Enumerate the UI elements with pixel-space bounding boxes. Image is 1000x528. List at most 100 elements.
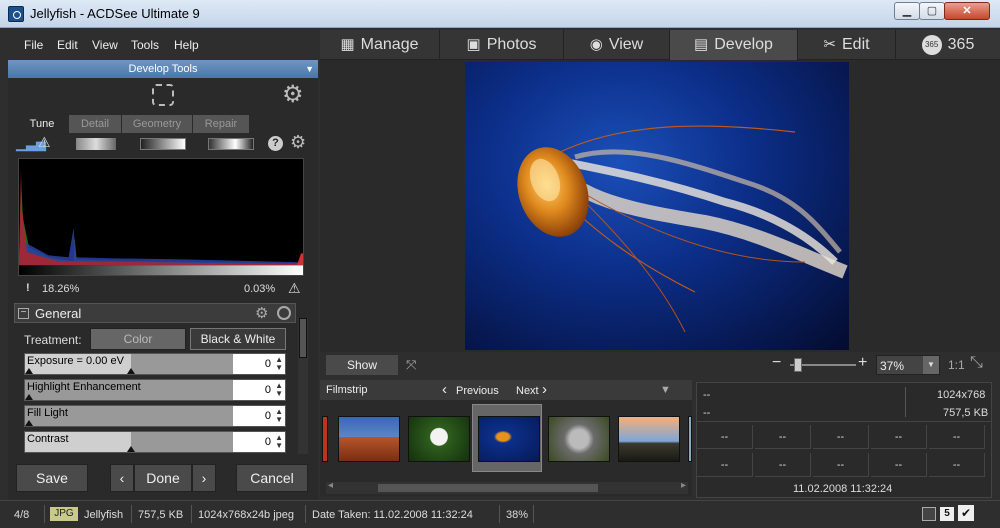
next-arrow-button[interactable]: › bbox=[192, 464, 216, 492]
black-white-button[interactable]: Black & White bbox=[190, 328, 286, 350]
chevron-down-icon: ▼ bbox=[923, 356, 939, 374]
panel-scrollbar[interactable] bbox=[298, 318, 308, 454]
chevron-right-icon[interactable]: ▸ bbox=[681, 480, 686, 491]
clip-shadow-icon[interactable]: ! bbox=[26, 282, 30, 294]
thumbnail-desert[interactable] bbox=[338, 416, 400, 462]
actual-size-button[interactable]: 1:1 bbox=[948, 358, 965, 372]
general-group-header[interactable]: − General ⚙ bbox=[14, 303, 296, 323]
spinner-icon[interactable]: ▲ ▼ bbox=[275, 356, 283, 372]
tab-view[interactable]: ◉ View bbox=[564, 30, 670, 60]
fit-icon[interactable]: ⤡ bbox=[970, 354, 983, 372]
tab-develop[interactable]: ▤ Develop bbox=[670, 30, 798, 60]
tab-photos[interactable]: ▣ Photos bbox=[440, 30, 564, 60]
count-badge: 5 bbox=[940, 507, 954, 521]
gear-icon[interactable]: ⚙ bbox=[290, 132, 306, 153]
previous-button[interactable]: Previous bbox=[456, 385, 499, 397]
help-icon[interactable]: ? bbox=[268, 136, 283, 151]
gradient-dark-icon[interactable] bbox=[140, 138, 186, 150]
slider-handle[interactable] bbox=[127, 368, 135, 374]
gradient-light-icon[interactable] bbox=[208, 138, 254, 150]
spinner-icon[interactable]: ▲ ▼ bbox=[275, 382, 283, 398]
tab-edit[interactable]: ✂ Edit bbox=[798, 30, 896, 60]
save-button[interactable]: Save bbox=[16, 464, 88, 492]
zoom-slider-handle[interactable] bbox=[794, 358, 802, 372]
chevron-left-icon[interactable]: ◂ bbox=[328, 480, 333, 491]
slider-handle[interactable] bbox=[127, 446, 135, 452]
eye-icon: ◉ bbox=[589, 36, 603, 53]
chevron-right-icon[interactable]: › bbox=[542, 381, 547, 398]
exif-cell: -- bbox=[697, 453, 753, 477]
mode-tabs: ▦ Manage ▣ Photos ◉ View ▤ Develop ✂ Edit 365… bbox=[320, 30, 1000, 60]
fullscreen-icon[interactable]: ⤧ bbox=[406, 357, 416, 373]
show-original-button[interactable]: Show Original bbox=[326, 355, 398, 392]
gear-icon[interactable]: ⚙ bbox=[255, 304, 268, 322]
maximize-button[interactable]: ▢ bbox=[919, 2, 945, 20]
tab-geometry[interactable]: Geometry bbox=[122, 115, 192, 133]
done-button[interactable]: Done bbox=[134, 464, 192, 492]
spinner-icon[interactable]: ▲ ▼ bbox=[275, 408, 283, 424]
menu-file[interactable]: File bbox=[24, 38, 43, 52]
chevron-down-icon[interactable]: ▼ bbox=[660, 384, 671, 396]
menu-edit[interactable]: Edit bbox=[57, 38, 78, 52]
file-type-badge: JPG bbox=[50, 507, 78, 521]
minimize-button[interactable]: ▁ bbox=[894, 2, 920, 20]
fill-light-slider[interactable]: Fill Light 0 ▲ ▼ bbox=[24, 405, 286, 427]
menu-view[interactable]: View bbox=[92, 38, 118, 52]
color-button[interactable]: Color bbox=[90, 328, 186, 350]
highlight-enhancement-slider[interactable]: Highlight Enhancement 0 ▲ ▼ bbox=[24, 379, 286, 401]
app-window: Jellyfish - ACDSee Ultimate 9 ▁ ▢ ✕ File… bbox=[0, 0, 1000, 528]
menu-help[interactable]: Help bbox=[174, 38, 199, 52]
histogram bbox=[18, 158, 304, 276]
thumbnail-koala[interactable] bbox=[548, 416, 610, 462]
menu-tools[interactable]: Tools bbox=[131, 38, 159, 52]
filmstrip-panel: Filmstrip ‹ Previous Next › ▼ ◂ ▸ bbox=[320, 380, 692, 496]
jellyfish-photo[interactable] bbox=[465, 62, 849, 350]
tab-365[interactable]: 365 365 bbox=[896, 30, 1000, 60]
tab-manage[interactable]: ▦ Manage bbox=[320, 30, 440, 60]
develop-tools-header[interactable]: Develop Tools ▼ bbox=[8, 60, 318, 78]
thumbnail-flower[interactable] bbox=[408, 416, 470, 462]
thumbnail[interactable] bbox=[322, 416, 328, 462]
spinner-icon[interactable]: ▲ ▼ bbox=[275, 434, 283, 450]
warning-icon[interactable]: ⚠ bbox=[38, 134, 51, 151]
levels-icon[interactable] bbox=[76, 138, 116, 150]
cancel-button[interactable]: Cancel bbox=[236, 464, 308, 492]
zoom-in-icon[interactable]: + bbox=[858, 354, 867, 372]
slider-handle[interactable] bbox=[25, 420, 33, 426]
info-palette: -- 1024x768 -- 757,5 KB -- -- -- -- -- -… bbox=[696, 382, 992, 498]
thumbnail-jellyfish[interactable] bbox=[478, 416, 540, 462]
tab-repair[interactable]: Repair bbox=[193, 115, 249, 133]
batch-scan-icon[interactable] bbox=[152, 84, 174, 106]
warning-icon[interactable]: ⚠ bbox=[288, 280, 301, 297]
date-taken: 11.02.2008 11:32:24 bbox=[793, 483, 893, 495]
filmstrip-scrollbar[interactable]: ◂ ▸ bbox=[326, 480, 688, 494]
thumbnail-lighthouse[interactable] bbox=[618, 416, 680, 462]
thumbnail[interactable] bbox=[688, 416, 692, 462]
reset-icon[interactable] bbox=[277, 306, 291, 320]
next-button[interactable]: Next bbox=[516, 385, 539, 397]
scrollbar-thumb[interactable] bbox=[378, 484, 598, 492]
tab-detail[interactable]: Detail bbox=[69, 115, 121, 133]
exif-cell: -- bbox=[813, 425, 869, 449]
exif-cell: -- bbox=[929, 425, 985, 449]
checkbox-icon[interactable] bbox=[922, 507, 936, 521]
develop-top-icons: ⚙ bbox=[8, 78, 318, 114]
photos-icon: ▣ bbox=[466, 36, 481, 53]
divider bbox=[533, 505, 534, 523]
close-button[interactable]: ✕ bbox=[944, 2, 990, 20]
divider bbox=[905, 387, 906, 417]
zoom-out-icon[interactable]: − bbox=[772, 354, 781, 372]
exposure-slider[interactable]: Exposure = 0.00 eV 0 ▲ ▼ bbox=[24, 353, 286, 375]
scrollbar-thumb[interactable] bbox=[299, 318, 307, 358]
check-icon[interactable]: ✔ bbox=[958, 505, 974, 521]
prev-arrow-button[interactable]: ‹ bbox=[110, 464, 134, 492]
chevron-left-icon[interactable]: ‹ bbox=[442, 381, 447, 398]
tab-tune[interactable]: Tune bbox=[16, 115, 68, 133]
slider-handle[interactable] bbox=[25, 394, 33, 400]
gear-icon[interactable]: ⚙ bbox=[282, 80, 304, 109]
develop-panel: Develop Tools ▼ ⚙ Tune Detail Geometry Re… bbox=[8, 60, 318, 502]
contrast-slider[interactable]: Contrast 0 ▲ ▼ bbox=[24, 431, 286, 453]
collapse-icon[interactable]: − bbox=[18, 308, 29, 319]
exif-cell: -- bbox=[813, 453, 869, 477]
zoom-dropdown[interactable]: 37% ▼ bbox=[876, 355, 940, 375]
